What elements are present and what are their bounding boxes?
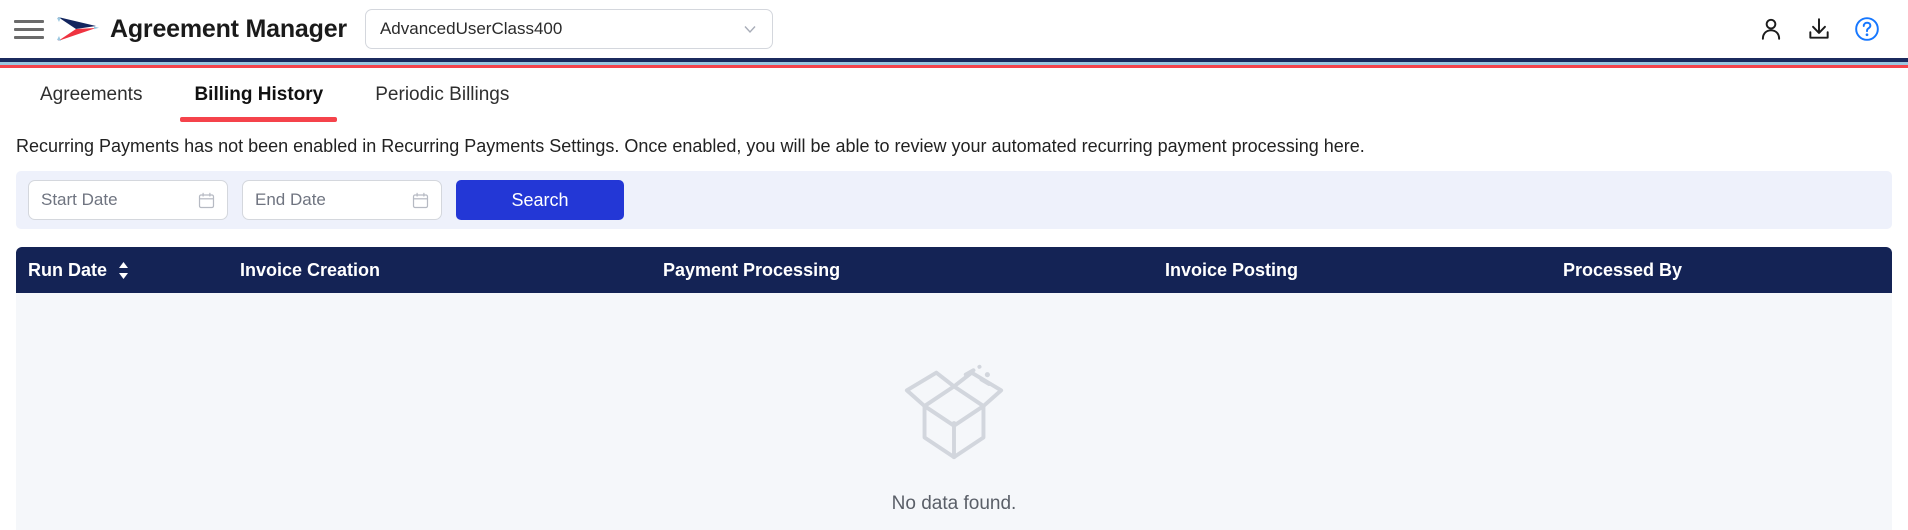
user-class-select-value: AdvancedUserClass400 xyxy=(379,19,563,38)
calendar-icon[interactable] xyxy=(412,192,429,209)
start-date-input[interactable]: Start Date xyxy=(28,180,228,220)
tab-agreements[interactable]: Agreements xyxy=(14,68,168,122)
billing-history-table: Run Date Invoice Creation Payment Proces… xyxy=(16,247,1892,530)
column-header-processed-by: Processed By xyxy=(1551,260,1892,281)
column-header-invoice-posting: Invoice Posting xyxy=(1153,260,1551,281)
table-header-row: Run Date Invoice Creation Payment Proces… xyxy=(16,247,1892,293)
column-label: Run Date xyxy=(28,259,108,280)
empty-box-icon xyxy=(904,364,1004,460)
column-label: Invoice Posting xyxy=(1165,259,1299,280)
header-actions xyxy=(1758,16,1886,42)
hamburger-bar xyxy=(14,27,44,31)
start-date-placeholder: Start Date xyxy=(41,190,118,209)
hamburger-menu-icon[interactable] xyxy=(14,17,44,41)
tab-bar: Agreements Billing History Periodic Bill… xyxy=(0,68,1908,122)
sort-updown-icon[interactable] xyxy=(117,261,130,280)
filter-bar: Start Date End Date Search xyxy=(16,171,1892,229)
app-header: Agreement Manager AdvancedUserClass400 xyxy=(0,0,1908,58)
end-date-placeholder: End Date xyxy=(255,190,326,209)
chevron-down-icon xyxy=(744,26,756,34)
column-label: Invoice Creation xyxy=(240,259,381,280)
hamburger-bar xyxy=(14,35,44,39)
column-label: Processed By xyxy=(1563,259,1683,280)
eagle-arrow-logo-icon xyxy=(57,17,99,41)
user-class-select[interactable]: AdvancedUserClass400 xyxy=(364,9,773,49)
tab-label: Periodic Billings xyxy=(375,84,510,105)
tab-label: Agreements xyxy=(40,84,143,105)
tab-label: Billing History xyxy=(194,84,324,105)
page-title: Agreement Manager xyxy=(110,14,347,43)
column-header-invoice-creation: Invoice Creation xyxy=(228,260,651,281)
table-body-empty-state: No data found. xyxy=(16,293,1892,530)
empty-state-message: No data found. xyxy=(891,493,1017,514)
brand: Agreement Manager xyxy=(56,13,347,45)
download-icon[interactable] xyxy=(1806,16,1832,42)
search-button[interactable]: Search xyxy=(456,180,624,220)
tab-periodic-billings[interactable]: Periodic Billings xyxy=(349,68,535,122)
help-circle-icon[interactable] xyxy=(1854,16,1880,42)
column-header-run-date[interactable]: Run Date xyxy=(16,260,228,281)
user-account-icon[interactable] xyxy=(1758,16,1784,42)
column-label: Payment Processing xyxy=(663,259,841,280)
column-header-payment-processing: Payment Processing xyxy=(651,260,1153,281)
hamburger-bar xyxy=(14,19,44,23)
end-date-input[interactable]: End Date xyxy=(242,180,442,220)
tab-billing-history[interactable]: Billing History xyxy=(168,68,349,122)
calendar-icon[interactable] xyxy=(198,192,215,209)
recurring-payments-notice: Recurring Payments has not been enabled … xyxy=(16,136,1365,156)
